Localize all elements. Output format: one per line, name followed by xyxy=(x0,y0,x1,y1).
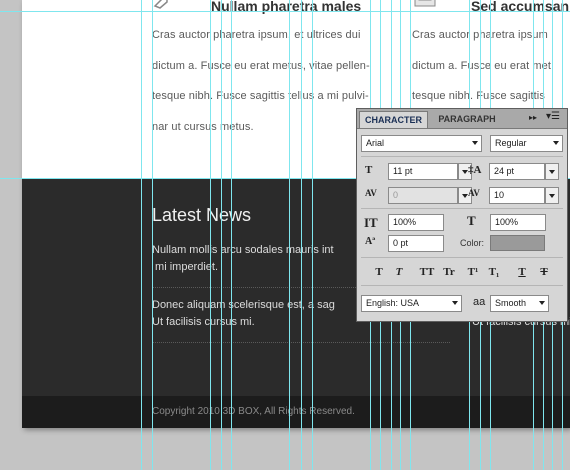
horizontal-scale-field[interactable]: 100% xyxy=(490,214,546,231)
small-caps-button[interactable]: Tr xyxy=(439,264,459,280)
strikethrough-button[interactable]: T xyxy=(534,264,554,280)
left-column-title: Nullam pharetra males xyxy=(211,0,362,14)
news-title: Latest News xyxy=(152,205,252,225)
character-panel: CHARACTER PARAGRAPH ▸▸ ▾☰ Arial Regular … xyxy=(356,108,568,322)
separator xyxy=(361,285,563,286)
kerning-field[interactable]: 0 xyxy=(388,187,458,204)
collapse-icon[interactable]: ▸▸ xyxy=(529,113,537,122)
separator xyxy=(361,208,563,209)
tab-paragraph[interactable]: PARAGRAPH xyxy=(429,111,505,128)
leading-value: 24 pt xyxy=(494,166,515,176)
footer: Copyright 2010 3D BOX, All Rights Reserv… xyxy=(22,396,570,428)
pin-icon xyxy=(152,0,172,10)
subscript-button[interactable]: T₁ xyxy=(484,264,504,280)
chevron-down-icon xyxy=(539,301,545,305)
text-line: dictum a. Fusce eu erat metus, vitae pel… xyxy=(152,59,370,72)
tracking-dropdown[interactable] xyxy=(545,187,559,204)
baseline-shift-icon: Aª xyxy=(365,236,376,247)
faux-bold-button[interactable]: T xyxy=(369,264,389,280)
panel-tab-bar: CHARACTER PARAGRAPH ▸▸ ▾☰ xyxy=(357,109,567,129)
tracking-field[interactable]: 10 xyxy=(489,187,545,204)
horizontal-scale-icon: T xyxy=(467,213,476,228)
kerning-icon: AV xyxy=(365,188,377,198)
divider xyxy=(152,342,450,343)
font-family-value: Arial xyxy=(366,138,385,148)
antialias-value: Smooth xyxy=(495,298,527,308)
printer-icon xyxy=(412,0,438,10)
chevron-down-icon xyxy=(472,141,478,145)
superscript-button[interactable]: T¹ xyxy=(463,264,483,280)
panel-menu-icon[interactable]: ▾☰ xyxy=(546,111,560,122)
all-caps-button[interactable]: TT xyxy=(417,264,437,280)
baseline-shift-field[interactable]: 0 pt xyxy=(388,235,444,252)
faux-italic-button[interactable]: T xyxy=(389,264,409,280)
tab-character[interactable]: CHARACTER xyxy=(359,111,428,128)
leading-dropdown[interactable] xyxy=(545,163,559,180)
news-item-line: Donec aliquam scelerisque est, a sag xyxy=(152,299,335,311)
baseline-shift-value: 0 pt xyxy=(393,238,409,248)
news-item: Donec aliquam scelerisque est, a sag Ut … xyxy=(152,297,382,331)
tracking-value: 10 xyxy=(494,190,505,200)
font-style-value: Regular xyxy=(495,138,527,148)
font-family-select[interactable]: Arial xyxy=(361,135,482,152)
font-size-icon: T xyxy=(365,164,373,176)
separator xyxy=(361,156,563,157)
news-item: Nullam mollis arcu sodales mauris int mi… xyxy=(152,242,382,276)
vertical-scale-value: 100% xyxy=(393,217,417,227)
antialias-icon: aa xyxy=(473,296,486,308)
leading-icon: ‡A xyxy=(468,164,482,176)
horizontal-scale-value: 100% xyxy=(495,217,519,227)
tracking-icon: AV xyxy=(468,188,480,198)
vertical-scale-icon: IT xyxy=(364,215,378,230)
language-select[interactable]: English: USA xyxy=(361,295,462,312)
leading-field[interactable]: 24 pt xyxy=(489,163,545,180)
news-item-line: mi imperdiet. xyxy=(152,261,219,273)
chevron-down-icon xyxy=(553,141,559,145)
vertical-scale-field[interactable]: 100% xyxy=(388,214,444,231)
color-swatch[interactable] xyxy=(490,235,545,251)
news-item-line: Ut facilisis cursus mi. xyxy=(152,316,255,328)
text-line: Cras auctor pharetra ipsum, et ultrices … xyxy=(152,29,361,41)
color-label: Color: xyxy=(460,238,485,248)
right-column-text: Cras auctor pharetra ipsum dictum a. Fus… xyxy=(412,20,570,112)
antialias-select[interactable]: Smooth xyxy=(490,295,549,312)
right-column-title: Sed accumsan xyxy=(471,0,570,14)
font-style-select[interactable]: Regular xyxy=(490,135,563,152)
text-line: Cras auctor pharetra ipsum xyxy=(412,29,548,41)
text-line: tesque nibh. Fusce sagittis xyxy=(412,90,545,102)
chevron-down-icon xyxy=(452,301,458,305)
separator xyxy=(361,257,563,258)
kerning-value: 0 xyxy=(393,190,399,200)
text-line: dictum a. Fusce eu erat met xyxy=(412,59,552,72)
copyright-text: Copyright 2010 3D BOX, All Rights Reserv… xyxy=(152,406,355,417)
underline-button[interactable]: T xyxy=(512,264,532,280)
text-line: tesque nibh. Fusce sagittis tellus a mi … xyxy=(152,90,369,102)
font-size-field[interactable]: 11 pt xyxy=(388,163,458,180)
news-item-line: Nullam mollis arcu sodales mauris int xyxy=(152,244,334,256)
font-size-value: 11 pt xyxy=(393,166,413,176)
language-value: English: USA xyxy=(366,298,420,308)
